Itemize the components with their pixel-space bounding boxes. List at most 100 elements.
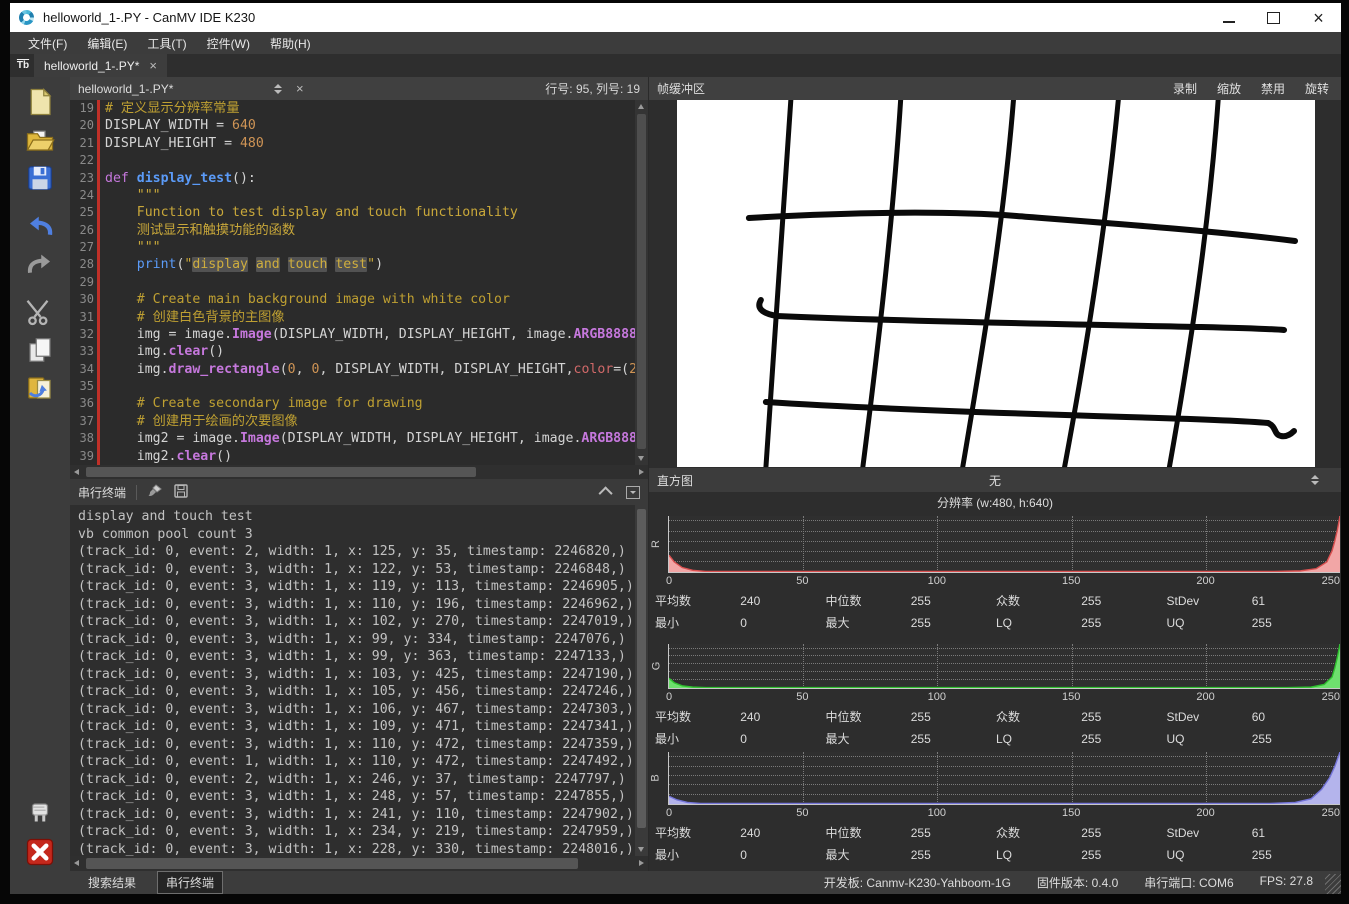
stat-label: 中位数 [826, 707, 911, 729]
editor-tab-close-icon[interactable]: × [296, 81, 304, 96]
code-line[interactable]: 32 img = image.Image(DISPLAY_WIDTH, DISP… [70, 326, 648, 343]
code-line[interactable]: 28 print("display and touch test") [70, 256, 648, 273]
tick-label: 200 [1196, 691, 1214, 703]
rotate-button[interactable]: 旋转 [1305, 80, 1329, 97]
menu-tools[interactable]: 工具(T) [137, 32, 196, 55]
stop-button[interactable] [21, 833, 59, 871]
menu-edit[interactable]: 编辑(E) [77, 32, 137, 55]
menu-file[interactable]: 文件(F) [18, 32, 77, 55]
code-line[interactable]: 24 """ [70, 187, 648, 204]
editor-vertical-scrollbar[interactable] [635, 100, 648, 465]
scrollbar-thumb[interactable] [637, 114, 646, 449]
scrollbar-thumb[interactable] [86, 467, 476, 477]
editor-horizontal-scrollbar[interactable] [70, 465, 648, 479]
code-line[interactable]: 30 # Create main background image with w… [70, 291, 648, 308]
line-number: 36 [70, 395, 94, 412]
code-line[interactable]: 39 img2.clear() [70, 448, 648, 465]
code-line[interactable]: 22 [70, 152, 648, 169]
paste-button[interactable] [21, 369, 59, 407]
code-line[interactable]: 20DISPLAY_WIDTH = 640 [70, 117, 648, 134]
stat-label: StDev [1167, 591, 1252, 613]
scroll-down-icon[interactable] [638, 847, 644, 852]
terminal-line: (track_id: 0, event: 3, width: 1, x: 234… [78, 823, 648, 841]
scroll-left-icon[interactable] [74, 860, 79, 866]
tick-label: 50 [796, 575, 808, 587]
code-line[interactable]: 35 [70, 378, 648, 395]
status-serial-port: 串行端口: COM6 [1144, 874, 1233, 891]
serial-terminal-output[interactable]: display and touch testvb common pool cou… [70, 505, 648, 856]
code-line[interactable]: 27 """ [70, 239, 648, 256]
code-line[interactable]: 34 img.draw_rectangle(0, 0, DISPLAY_WIDT… [70, 361, 648, 378]
save-log-button[interactable] [173, 483, 189, 502]
copy-button[interactable] [21, 331, 59, 369]
document-switch-icon[interactable] [274, 84, 282, 94]
zoom-button[interactable]: 缩放 [1217, 80, 1241, 97]
histogram-collapse-icon[interactable] [1311, 475, 1319, 485]
code-line[interactable]: 36 # Create secondary image for drawing [70, 395, 648, 412]
channel-stats-G: 平均数240中位数255众数255StDev60最小0最大255LQ255UQ2… [649, 707, 1341, 750]
line-number: 23 [70, 170, 94, 187]
code-editor[interactable]: 19# 定义显示分辨率常量20DISPLAY_WIDTH = 64021DISP… [70, 100, 648, 465]
resize-grip[interactable] [1325, 874, 1341, 894]
channel-stats-B: 平均数240中位数255众数255StDev61最小0最大255LQ255UQ2… [649, 823, 1341, 866]
close-button[interactable]: × [1296, 3, 1341, 32]
code-line[interactable]: 29 [70, 274, 648, 291]
tab-close-icon[interactable]: × [149, 58, 157, 73]
code-line[interactable]: 19# 定义显示分辨率常量 [70, 100, 648, 117]
terminal-line: (track_id: 0, event: 3, width: 1, x: 110… [78, 736, 648, 754]
histogram-mode-select[interactable]: 无 [649, 472, 1341, 489]
minimize-icon [1223, 21, 1235, 23]
minimize-button[interactable] [1206, 3, 1251, 32]
scrollbar-thumb[interactable] [637, 509, 646, 828]
scroll-up-icon[interactable] [638, 104, 644, 109]
tick-label: 200 [1196, 575, 1214, 587]
undo-button[interactable] [21, 207, 59, 245]
scroll-down-icon[interactable] [638, 456, 644, 461]
stat-value: 255 [1081, 707, 1166, 729]
tick-label: 250 [1322, 575, 1340, 587]
cut-button[interactable] [21, 293, 59, 331]
save-file-button[interactable] [21, 159, 59, 197]
code-line[interactable]: 31 # 创建白色背景的主图像 [70, 309, 648, 326]
code-line[interactable]: 26 测试显示和触摸功能的函数 [70, 222, 648, 239]
framebuffer-area [649, 100, 1341, 468]
divider [136, 485, 137, 500]
close-icon: × [1313, 9, 1324, 27]
resolution-label: 分辨率 (w:480, h:640) [649, 492, 1341, 516]
channel-stats-R: 平均数240中位数255众数255StDev61最小0最大255LQ255UQ2… [649, 591, 1341, 634]
code-line[interactable]: 23def display_test(): [70, 170, 648, 187]
stat-value: 60 [1252, 707, 1337, 729]
code-line[interactable]: 38 img2 = image.Image(DISPLAY_WIDTH, DIS… [70, 430, 648, 447]
tab-serial-terminal[interactable]: 串行终端 [158, 872, 222, 893]
editor-tab-label[interactable]: helloworld_1-.PY* [78, 82, 274, 96]
document-tab[interactable]: helloworld_1-.PY* × [34, 54, 167, 77]
maximize-button[interactable] [1251, 3, 1296, 32]
code-line[interactable]: 21DISPLAY_HEIGHT = 480 [70, 135, 648, 152]
code-line[interactable]: 25 Function to test display and touch fu… [70, 204, 648, 221]
terminal-horizontal-scrollbar[interactable] [70, 856, 648, 871]
scroll-left-icon[interactable] [74, 469, 79, 475]
code-text: img.clear() [100, 343, 224, 360]
connect-button[interactable] [21, 795, 59, 833]
framebuffer-preview[interactable] [677, 100, 1315, 467]
scroll-right-icon[interactable] [639, 860, 644, 866]
tab-search-results[interactable]: 搜索结果 [80, 872, 144, 893]
clear-terminal-button[interactable] [147, 483, 163, 502]
new-file-button[interactable] [21, 83, 59, 121]
open-file-button[interactable] [21, 121, 59, 159]
new-file-icon [25, 87, 55, 117]
record-button[interactable]: 录制 [1173, 80, 1197, 97]
code-line[interactable]: 37 # 创建用于绘画的次要图像 [70, 413, 648, 430]
scrollbar-thumb[interactable] [86, 858, 578, 869]
disable-button[interactable]: 禁用 [1261, 80, 1285, 97]
menu-controls[interactable]: 控件(W) [197, 32, 260, 55]
redo-button[interactable] [21, 245, 59, 283]
terminal-line: (track_id: 0, event: 3, width: 1, x: 99,… [78, 631, 648, 649]
collapse-terminal-icon[interactable] [599, 486, 613, 500]
menu-help[interactable]: 帮助(H) [260, 32, 321, 55]
scroll-right-icon[interactable] [639, 469, 644, 475]
axis-ticks-G: 050100150200250 [668, 689, 1340, 707]
popout-panel-icon[interactable] [626, 486, 640, 499]
terminal-vertical-scrollbar[interactable] [635, 505, 648, 856]
code-line[interactable]: 33 img.clear() [70, 343, 648, 360]
